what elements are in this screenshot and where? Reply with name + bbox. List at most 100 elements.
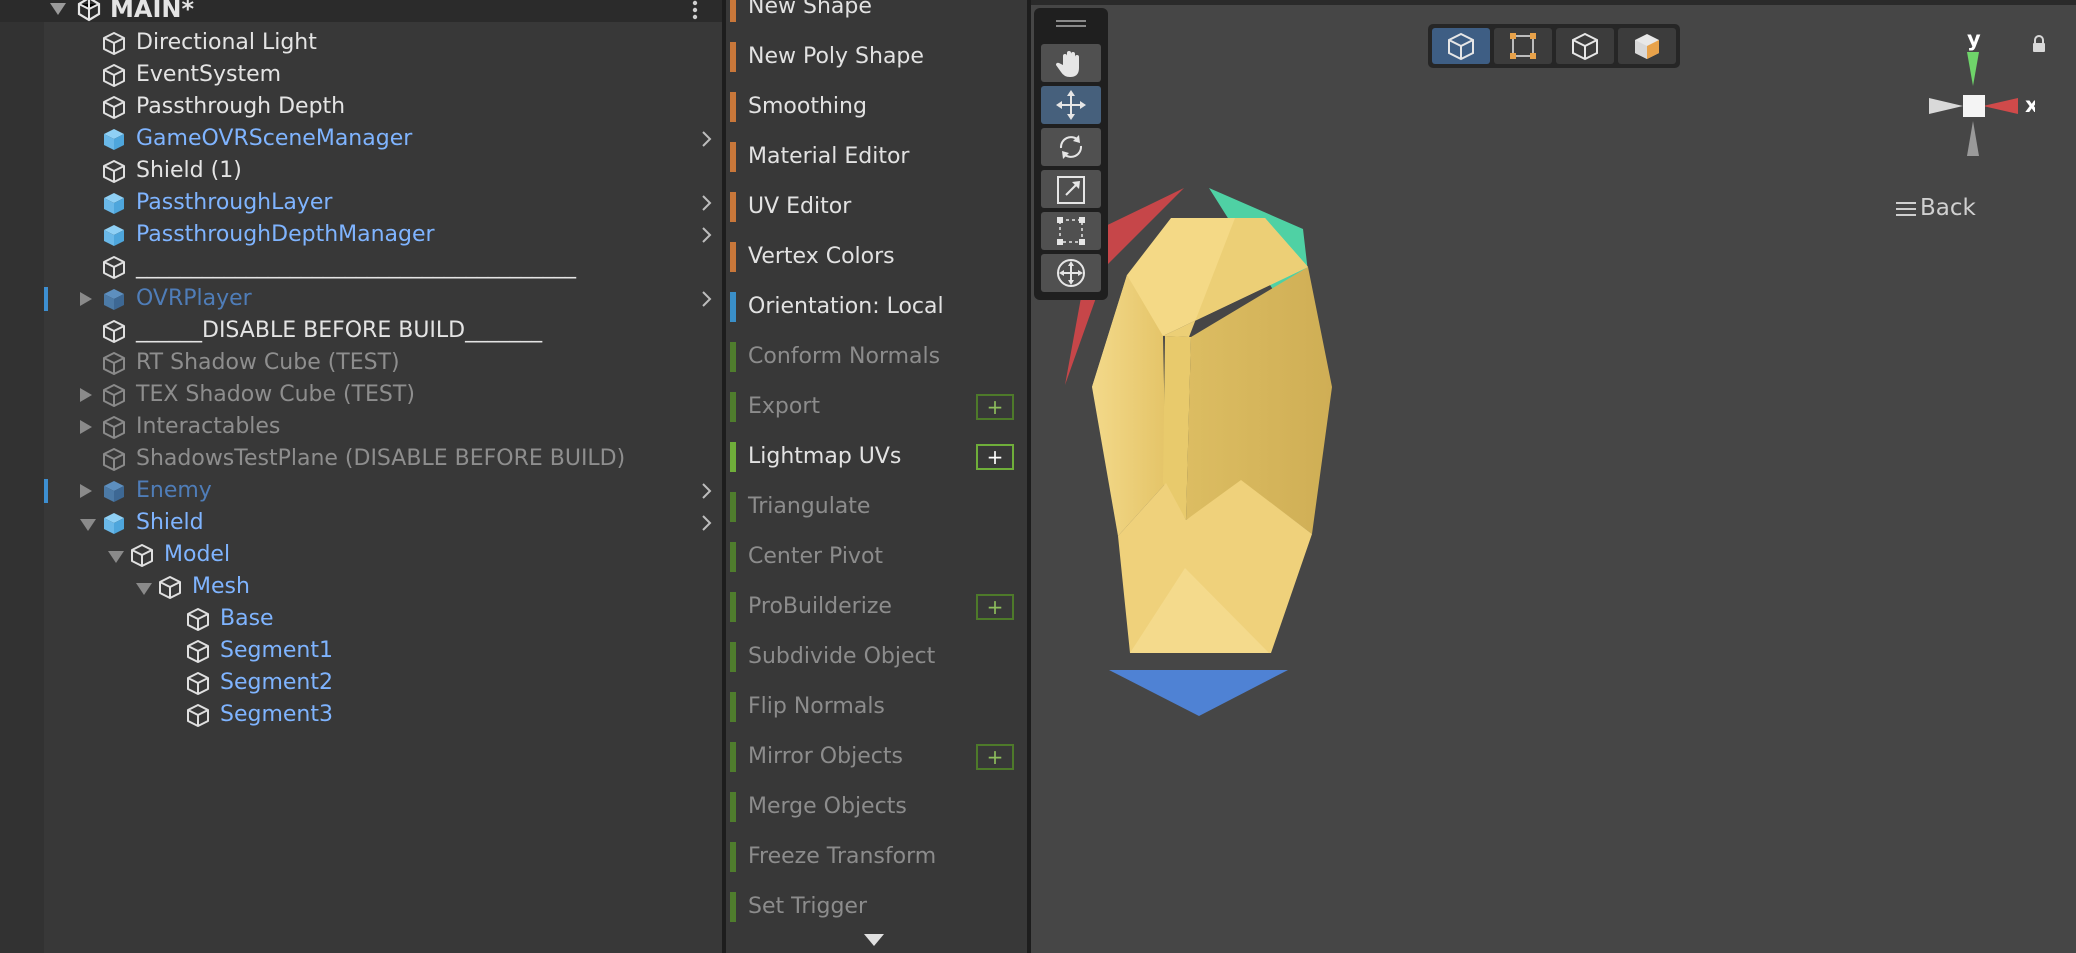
tool-item[interactable]: Center Pivot	[726, 532, 1027, 582]
tool-options-button[interactable]: +	[976, 394, 1014, 420]
scene-header[interactable]: MAIN*	[0, 0, 722, 23]
hierarchy-row[interactable]: Segment3	[0, 699, 722, 731]
rotate-tool-button[interactable]	[1041, 128, 1101, 166]
gameobject-icon	[187, 672, 209, 695]
tool-item[interactable]: New Shape	[726, 0, 1027, 32]
tool-item[interactable]: UV Editor	[726, 182, 1027, 232]
tool-item[interactable]: Lightmap UVs +	[726, 432, 1027, 482]
hierarchy-row[interactable]: Enemy	[0, 475, 722, 507]
hierarchy-row[interactable]: ______DISABLE BEFORE BUILD_______	[0, 315, 722, 347]
chevron-right-icon[interactable]	[696, 513, 716, 533]
unity-scene-icon	[77, 0, 101, 22]
hierarchy-row[interactable]: Directional Light	[0, 27, 722, 59]
hierarchy-row[interactable]: PassthroughLayer	[0, 187, 722, 219]
face-mode-button[interactable]	[1618, 28, 1676, 64]
hierarchy-row[interactable]: Passthrough Depth	[0, 91, 722, 123]
tool-item[interactable]: Conform Normals	[726, 332, 1027, 382]
scene-viewport[interactable]: y x	[1031, 0, 2076, 953]
hierarchy-row[interactable]: Base	[0, 603, 722, 635]
hierarchy-row[interactable]: EventSystem	[0, 59, 722, 91]
overlay-grip[interactable]	[1056, 20, 1086, 27]
collapsed-arrow-icon[interactable]	[80, 388, 92, 402]
collapsed-arrow-icon[interactable]	[80, 484, 92, 498]
vertex-mode-button[interactable]	[1494, 28, 1552, 64]
edge-mode-button[interactable]	[1556, 28, 1614, 64]
z-handle-blue[interactable]	[1109, 670, 1288, 716]
hierarchy-row[interactable]: Segment2	[0, 667, 722, 699]
tool-item[interactable]: Subdivide Object	[726, 632, 1027, 682]
hierarchy-row-label: Mesh	[192, 574, 250, 599]
hierarchy-row-label: GameOVRSceneManager	[136, 126, 413, 151]
hierarchy-row[interactable]: Shield (1)	[0, 155, 722, 187]
tool-item[interactable]: Smoothing	[726, 82, 1027, 132]
tool-item[interactable]: Set Trigger	[726, 882, 1027, 932]
object-mode-button[interactable]	[1432, 28, 1490, 64]
tool-item[interactable]: ProBuilderize +	[726, 582, 1027, 632]
tool-label: New Shape	[748, 0, 872, 19]
hierarchy-row[interactable]: GameOVRSceneManager	[0, 123, 722, 155]
tool-item[interactable]: Vertex Colors	[726, 232, 1027, 282]
tool-category-bar	[730, 92, 736, 122]
tool-item[interactable]: Triangulate	[726, 482, 1027, 532]
tool-item[interactable]: Freeze Transform	[726, 832, 1027, 882]
move-icon	[1056, 90, 1086, 120]
tool-label: Center Pivot	[748, 544, 884, 569]
tool-options-button[interactable]: +	[976, 594, 1014, 620]
hand-tool-button[interactable]	[1041, 44, 1101, 82]
hierarchy-row[interactable]: Mesh	[0, 571, 722, 603]
kebab-menu-icon[interactable]	[690, 0, 700, 22]
hierarchy-row-label: Interactables	[136, 414, 281, 439]
gameobject-icon	[103, 160, 125, 183]
hierarchy-row[interactable]: Segment1	[0, 635, 722, 667]
tool-item[interactable]: Orientation: Local	[726, 282, 1027, 332]
lock-icon[interactable]	[2031, 34, 2047, 54]
hierarchy-row-label: Segment3	[220, 702, 333, 727]
orientation-gizmo[interactable]: y x	[1885, 26, 2035, 166]
transform-tool-button[interactable]	[1041, 254, 1101, 292]
scroll-down-arrow-icon[interactable]	[864, 934, 884, 946]
scale-tool-button[interactable]	[1041, 170, 1101, 208]
chevron-right-icon[interactable]	[696, 225, 716, 245]
tool-item[interactable]: Flip Normals	[726, 682, 1027, 732]
tool-category-bar	[730, 592, 736, 622]
tool-category-bar	[730, 42, 736, 72]
chevron-right-icon[interactable]	[696, 481, 716, 501]
hierarchy-row-label: EventSystem	[136, 62, 282, 87]
chevron-right-icon[interactable]	[696, 193, 716, 213]
hierarchy-row[interactable]: OVRPlayer	[0, 283, 722, 315]
tool-category-bar	[730, 692, 736, 722]
tool-category-bar	[730, 392, 736, 422]
hierarchy-row[interactable]: ShadowsTestPlane (DISABLE BEFORE BUILD)	[0, 443, 722, 475]
expanded-arrow-icon[interactable]	[80, 519, 96, 531]
hierarchy-row[interactable]: TEX Shadow Cube (TEST)	[0, 379, 722, 411]
tool-options-button[interactable]: +	[976, 744, 1014, 770]
collapsed-arrow-icon[interactable]	[80, 420, 92, 434]
hierarchy-row[interactable]: Interactables	[0, 411, 722, 443]
tool-options-button[interactable]: +	[976, 444, 1014, 470]
tool-item[interactable]: New Poly Shape	[726, 32, 1027, 82]
tool-category-bar	[730, 342, 736, 372]
move-tool-button[interactable]	[1041, 86, 1101, 124]
expanded-arrow-icon[interactable]	[108, 551, 124, 563]
hierarchy-row[interactable]: Shield	[0, 507, 722, 539]
hierarchy-row[interactable]: ________________________________________	[0, 251, 722, 283]
rect-tool-button[interactable]	[1041, 212, 1101, 250]
hierarchy-row[interactable]: RT Shadow Cube (TEST)	[0, 347, 722, 379]
expanded-arrow-icon[interactable]	[136, 583, 152, 595]
tool-category-bar	[730, 742, 736, 772]
scene-fold-arrow[interactable]	[50, 3, 66, 15]
hierarchy-row-label: Shield (1)	[136, 158, 242, 183]
chevron-right-icon[interactable]	[696, 129, 716, 149]
tool-item[interactable]: Mirror Objects +	[726, 732, 1027, 782]
tool-item[interactable]: Merge Objects	[726, 782, 1027, 832]
tool-label: Smoothing	[748, 94, 867, 119]
tool-item[interactable]: Material Editor	[726, 132, 1027, 182]
chevron-right-icon[interactable]	[696, 289, 716, 309]
hierarchy-row-label: ______DISABLE BEFORE BUILD_______	[136, 318, 543, 343]
hierarchy-row[interactable]: PassthroughDepthManager	[0, 219, 722, 251]
hierarchy-row[interactable]: Model	[0, 539, 722, 571]
tool-label: Subdivide Object	[748, 644, 936, 669]
tool-item[interactable]: Export +	[726, 382, 1027, 432]
view-label-back[interactable]: Back	[1896, 192, 1976, 224]
collapsed-arrow-icon[interactable]	[80, 292, 92, 306]
